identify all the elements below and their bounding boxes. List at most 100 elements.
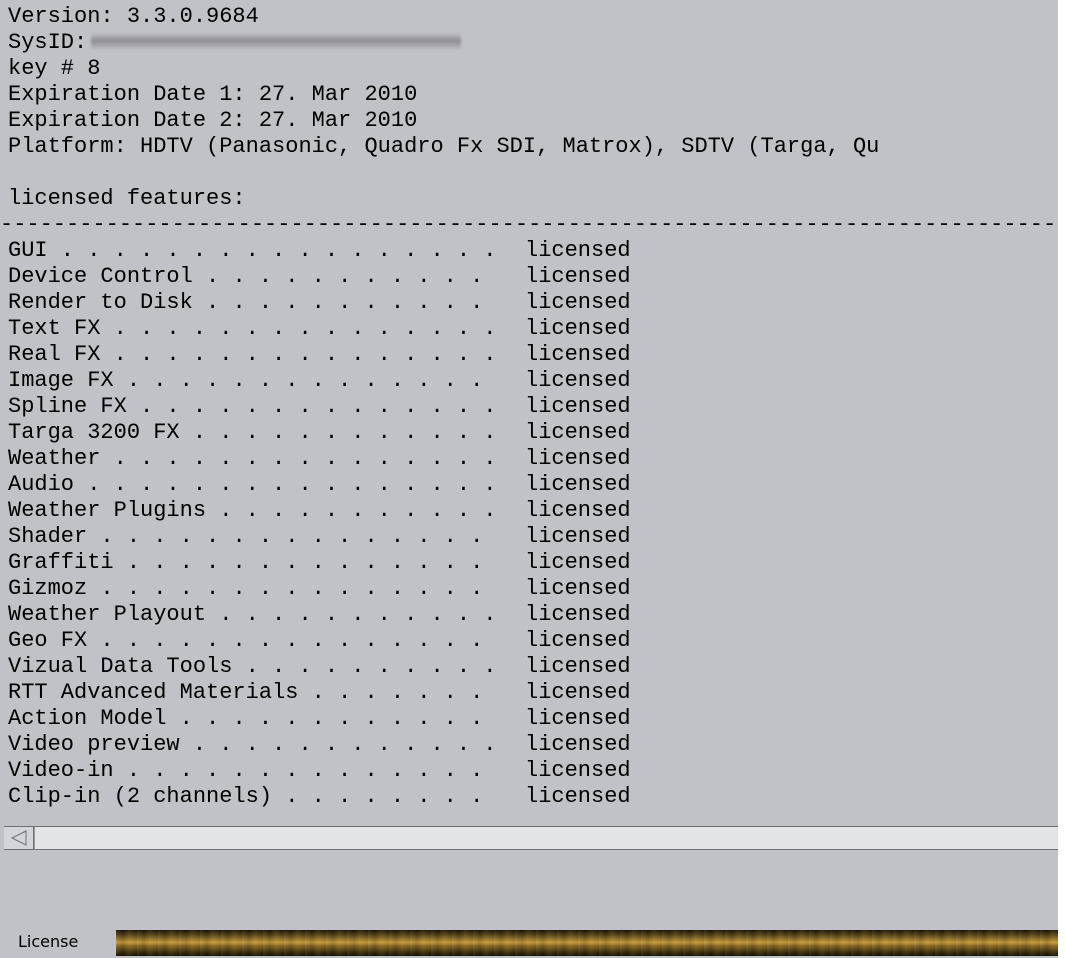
feature-name: Vizual Data Tools — [8, 654, 233, 679]
key-line: key # 8 — [8, 56, 101, 81]
feature-status: licensed — [525, 394, 631, 419]
feature-name: Render to Disk — [8, 290, 193, 315]
feature-dot-leader: . . . . . . . . . . — [232, 654, 497, 679]
feature-dot-leader: . . . . . . . . — [272, 784, 497, 809]
feature-name: Shader — [8, 524, 88, 549]
feature-row: Clip-in (2 channels) . . . . . . . . lic… — [8, 784, 708, 810]
feature-status: licensed — [525, 238, 631, 263]
feature-dot-leader: . . . . . . . . . . . . . . . . — [74, 472, 497, 497]
feature-status: licensed — [525, 368, 631, 393]
feature-status: licensed — [525, 446, 631, 471]
feature-name: Image FX — [8, 368, 114, 393]
feature-name: Action Model — [8, 706, 167, 731]
feature-dot-leader: . . . . . . . . . . . . . . . — [87, 524, 497, 549]
feature-dot-leader: . . . . . . . . . . . — [206, 498, 497, 523]
feature-dot-leader: . . . . . . . . . . . . . . — [113, 758, 497, 783]
feature-status: licensed — [525, 628, 631, 653]
feature-name: Video preview — [8, 732, 180, 757]
feature-dot-leader: . . . . . . . . . . . . . . . — [100, 316, 497, 341]
license-label: License — [18, 932, 79, 951]
features-header: licensed features: — [8, 186, 246, 211]
license-window: Version: 3.3.0.9684 SysID: key # 8 Expir… — [0, 0, 1058, 958]
feature-dot-leader: . . . . . . . . . . . . — [166, 706, 497, 731]
feature-row: Video-in . . . . . . . . . . . . . . lic… — [8, 758, 708, 784]
feature-status: licensed — [525, 290, 631, 315]
feature-status: licensed — [525, 732, 631, 757]
feature-name: Text FX — [8, 316, 101, 341]
feature-name: Targa 3200 FX — [8, 420, 180, 445]
feature-row: Action Model . . . . . . . . . . . . lic… — [8, 706, 708, 732]
feature-row: Vizual Data Tools . . . . . . . . . . lic… — [8, 654, 708, 680]
feature-row: Weather . . . . . . . . . . . . . . . lic… — [8, 446, 708, 472]
feature-dot-leader: . . . . . . . . . . . . — [179, 420, 497, 445]
sysid-redacted-value — [91, 34, 462, 51]
feature-row: Text FX . . . . . . . . . . . . . . . lic… — [8, 316, 708, 342]
version-line: Version: 3.3.0.9684 — [8, 4, 259, 29]
feature-status: licensed — [525, 472, 631, 497]
license-info-text: Version: 3.3.0.9684 SysID: key # 8 Expir… — [0, 0, 1058, 826]
feature-dot-leader: . . . . . . . . . . . . . . . . . — [47, 238, 497, 263]
feature-dot-leader: . . . . . . . . . . . — [192, 290, 497, 315]
feature-status: licensed — [525, 576, 631, 601]
feature-row: Gizmoz . . . . . . . . . . . . . . . lic… — [8, 576, 708, 602]
scroll-left-button[interactable] — [4, 827, 34, 849]
platform-line: Platform: HDTV (Panasonic, Quadro Fx SDI… — [8, 134, 880, 159]
separator-line: ----------------------------------------… — [0, 212, 1058, 237]
feature-name: Gizmoz — [8, 576, 88, 601]
feature-name: GUI — [8, 238, 48, 263]
feature-name: Device Control — [8, 264, 193, 289]
feature-dot-leader: . . . . . . . — [298, 680, 497, 705]
feature-row: Spline FX . . . . . . . . . . . . . . lic… — [8, 394, 708, 420]
feature-dot-leader: . . . . . . . . . . . — [192, 264, 497, 289]
feature-name: RTT Advanced Materials — [8, 680, 299, 705]
feature-name: Video-in — [8, 758, 114, 783]
feature-status: licensed — [525, 420, 631, 445]
feature-name: Weather Plugins — [8, 498, 207, 523]
feature-row: Render to Disk . . . . . . . . . . . lic… — [8, 290, 708, 316]
feature-row: Video preview . . . . . . . . . . . . lic… — [8, 732, 708, 758]
expiration-date-1-line: Expiration Date 1: 27. Mar 2010 — [8, 82, 418, 107]
feature-row: Geo FX . . . . . . . . . . . . . . . lic… — [8, 628, 708, 654]
feature-dot-leader: . . . . . . . . . . . . . . . — [87, 628, 497, 653]
feature-name: Audio — [8, 472, 75, 497]
feature-status: licensed — [525, 524, 631, 549]
feature-row: Real FX . . . . . . . . . . . . . . . lic… — [8, 342, 708, 368]
scrollbar-thumb[interactable] — [34, 827, 1058, 849]
feature-row: Graffiti . . . . . . . . . . . . . . lic… — [8, 550, 708, 576]
feature-dot-leader: . . . . . . . . . . . . . . . — [100, 446, 497, 471]
license-progress-bar — [116, 930, 1058, 956]
feature-status: licensed — [525, 784, 631, 809]
feature-dot-leader: . . . . . . . . . . . . . . — [113, 550, 497, 575]
feature-dot-leader: . . . . . . . . . . . . . . — [126, 394, 497, 419]
feature-row: RTT Advanced Materials . . . . . . . lic… — [8, 680, 708, 706]
feature-name: Real FX — [8, 342, 101, 367]
feature-row: Weather Playout . . . . . . . . . . . lic… — [8, 602, 708, 628]
feature-row: Targa 3200 FX . . . . . . . . . . . . lic… — [8, 420, 708, 446]
feature-dot-leader: . . . . . . . . . . . . . . . — [87, 576, 497, 601]
progress-fill — [116, 930, 1058, 956]
feature-row: Shader . . . . . . . . . . . . . . . lic… — [8, 524, 708, 550]
feature-name: Weather — [8, 446, 101, 471]
horizontal-scrollbar[interactable] — [4, 826, 1058, 850]
feature-row: Weather Plugins . . . . . . . . . . . lic… — [8, 498, 708, 524]
feature-dot-leader: . . . . . . . . . . . . . . . — [100, 342, 497, 367]
progress-texture — [116, 930, 1058, 956]
feature-row: GUI . . . . . . . . . . . . . . . . . lic… — [8, 238, 708, 264]
sysid-line: SysID: — [8, 30, 462, 56]
feature-row: Device Control . . . . . . . . . . . lic… — [8, 264, 708, 290]
feature-status: licensed — [525, 602, 631, 627]
feature-dot-leader: . . . . . . . . . . . — [206, 602, 497, 627]
feature-status: licensed — [525, 680, 631, 705]
feature-status: licensed — [525, 264, 631, 289]
window-edge — [1058, 0, 1066, 958]
feature-status: licensed — [525, 498, 631, 523]
feature-status: licensed — [525, 316, 631, 341]
feature-dot-leader: . . . . . . . . . . . . . . — [113, 368, 497, 393]
feature-row: Image FX . . . . . . . . . . . . . . lic… — [8, 368, 708, 394]
feature-dot-leader: . . . . . . . . . . . . — [179, 732, 497, 757]
feature-name: Clip-in (2 channels) — [8, 784, 273, 809]
feature-row: Audio . . . . . . . . . . . . . . . . lic… — [8, 472, 708, 498]
sysid-label: SysID: — [8, 30, 88, 55]
feature-status: licensed — [525, 758, 631, 783]
feature-name: Geo FX — [8, 628, 88, 653]
